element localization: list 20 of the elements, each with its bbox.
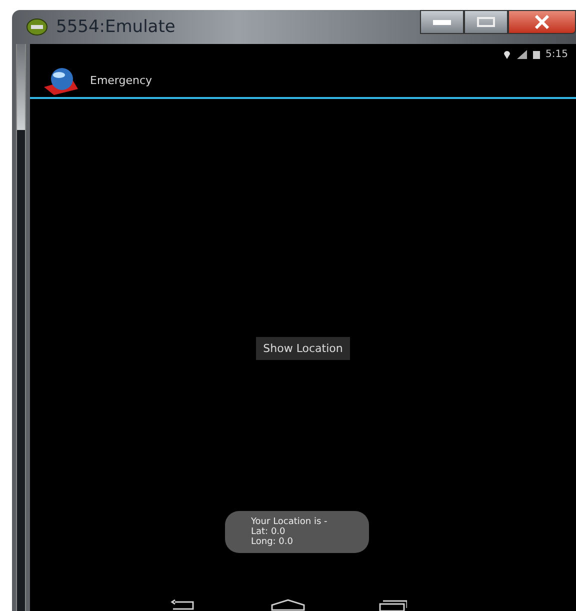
window-title: 5554:Emulate — [56, 17, 176, 37]
maximize-button[interactable] — [464, 10, 508, 34]
close-button[interactable] — [508, 10, 576, 34]
show-location-button[interactable]: Show Location — [256, 337, 350, 360]
toast-text: Lat: 0.0 — [251, 527, 286, 537]
minimize-icon — [433, 20, 451, 24]
signal-icon — [516, 50, 527, 58]
close-icon — [534, 15, 550, 29]
app-title: Emergency — [90, 74, 152, 87]
toast-text: Your Location is - — [251, 517, 328, 527]
battery-icon — [532, 50, 540, 58]
scrollbar[interactable] — [16, 44, 26, 611]
status-time: 5:15 — [546, 48, 568, 60]
location-icon — [502, 49, 511, 59]
maximize-icon — [477, 17, 495, 27]
android-icon — [26, 18, 48, 36]
toast-text: Long: 0.0 — [251, 537, 294, 547]
recent-apps-icon[interactable] — [377, 599, 407, 611]
minimize-button[interactable] — [420, 10, 464, 34]
home-icon[interactable] — [271, 599, 305, 611]
